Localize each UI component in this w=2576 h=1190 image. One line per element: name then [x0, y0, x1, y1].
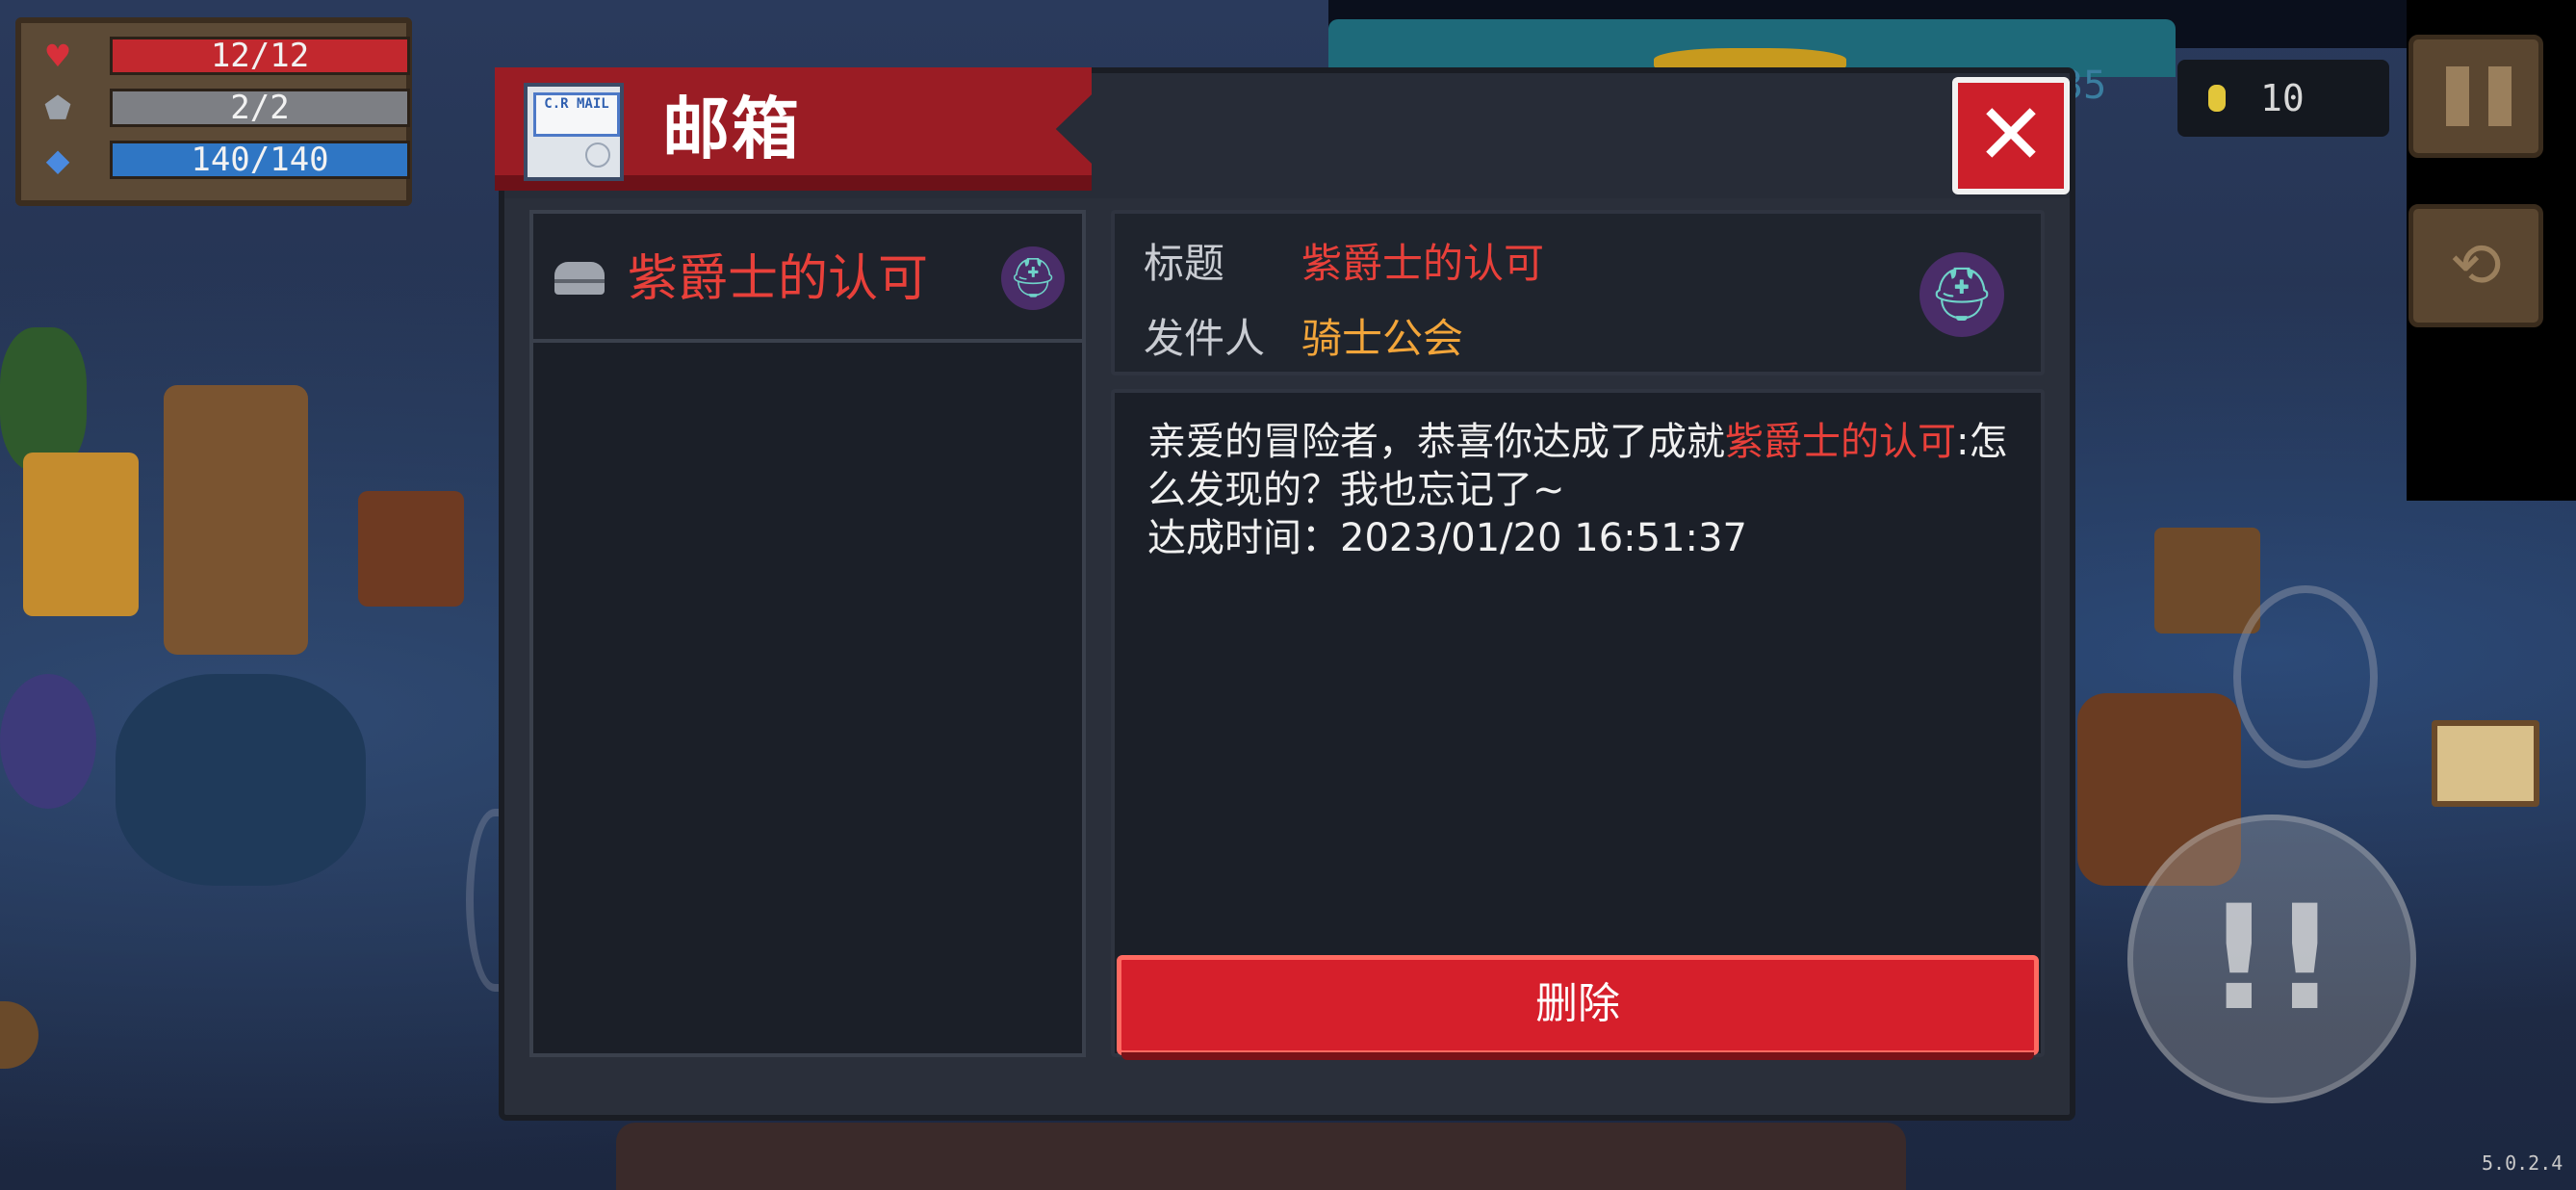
totem-statue: [23, 453, 139, 616]
mail-list: 紫爵士的认可 ⛑: [529, 210, 1086, 1057]
mail-list-item[interactable]: 紫爵士的认可 ⛑: [533, 214, 1082, 343]
mailbox-title: 邮箱: [662, 90, 801, 168]
wizard-npc: [0, 674, 96, 809]
dark-pool: [116, 674, 366, 886]
achieved-time: 2023/01/20 16:51:37: [1340, 516, 1747, 560]
mail-message: 亲爱的冒险者，恭喜你达成了成就紫爵士的认可:怎么发现的？我也忘记了~ 达成时间：…: [1147, 418, 2014, 562]
pause-icon-bar: [2488, 66, 2512, 126]
version-label: 5.0.2.4: [2482, 1151, 2563, 1175]
mailbox-title-banner: C.R MAIL 邮箱: [495, 67, 1092, 191]
armor-row: ⬟ 2/2: [40, 87, 410, 129]
energy-row: ◆ 140/140: [40, 139, 410, 181]
hp-bar: 12/12: [110, 37, 410, 75]
envelope-icon: [554, 262, 605, 295]
title-label: 标题: [1144, 240, 1225, 287]
skill-icon: !!: [2205, 875, 2338, 1043]
energy-gem-icon: ◆: [45, 142, 70, 178]
mail-list-item-title: 紫爵士的认可: [628, 250, 929, 308]
mail-icon: C.R MAIL: [524, 83, 624, 181]
heart-icon: ♥: [43, 38, 72, 74]
player-stats-panel: ♥ 12/12 ⬟ 2/2 ◆ 140/140: [15, 17, 412, 206]
shield-icon: ⬟: [44, 90, 71, 126]
close-button[interactable]: ✕: [1952, 77, 2070, 194]
message-prefix: 亲爱的冒险者，恭喜你达成了成就: [1147, 420, 1725, 464]
delete-button[interactable]: 删除: [1117, 955, 2039, 1060]
title-value: 紫爵士的认可: [1301, 240, 1545, 287]
sender-label: 发件人: [1144, 315, 1266, 362]
close-icon: ✕: [1975, 85, 2047, 184]
mail-header-panel: 标题 紫爵士的认可 发件人 骑士公会 ⛑: [1111, 210, 2045, 375]
plant-left: [0, 327, 87, 472]
energy-bar: 140/140: [110, 141, 410, 179]
swap-weapon-icon: ⟲: [2450, 230, 2502, 301]
characters-bottom: [616, 1123, 1906, 1190]
knight-helmet-icon: ⛑: [1919, 252, 2004, 337]
wheel-machine: [164, 385, 308, 655]
pause-button[interactable]: [2409, 35, 2543, 158]
mail-postmark: [585, 142, 610, 168]
knight-helmet-icon: ⛑: [1001, 246, 1065, 310]
achieved-label: 达成时间：: [1147, 516, 1340, 560]
treasure-chest-left: [358, 491, 464, 607]
sender-value: 骑士公会: [1301, 315, 1464, 362]
notice-board: [2432, 720, 2539, 807]
coin-counter: 10: [2177, 60, 2389, 137]
message-achievement: 紫爵士的认可: [1725, 420, 1956, 464]
coin-value: 10: [2260, 77, 2305, 119]
swap-weapon-button[interactable]: ⟲: [2409, 204, 2543, 327]
armor-bar: 2/2: [110, 89, 410, 127]
hp-row: ♥ 12/12: [40, 35, 410, 77]
mail-stamp-text: C.R MAIL: [533, 92, 620, 137]
weapon-slot-ring[interactable]: [2233, 585, 2378, 768]
skill-button[interactable]: !!: [2127, 815, 2416, 1103]
chest-right: [2154, 528, 2260, 634]
coin-icon: [2208, 85, 2226, 112]
pause-icon: [2446, 66, 2469, 126]
